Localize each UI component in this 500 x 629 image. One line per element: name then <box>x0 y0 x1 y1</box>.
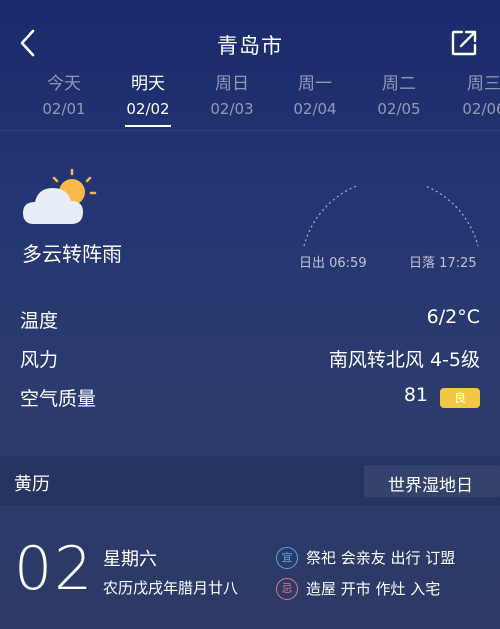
tab-date-label: 02/03 <box>210 100 254 118</box>
air-quality-value: 81 <box>403 384 428 406</box>
auspicious-row: 宜 祭祀 会亲友 出行 订盟 <box>276 547 496 573</box>
temperature-value: 6/2°C <box>426 306 480 328</box>
inauspicious-badge: 忌 <box>276 578 298 600</box>
tab-day-label: 明天 <box>131 74 165 94</box>
tab-day-label: 周一 <box>298 74 332 94</box>
wind-row: 风力 南风转北风 4-5级 <box>20 341 480 375</box>
tab-day-label: 周二 <box>382 74 416 94</box>
tab-wednesday[interactable]: 周三 02/06 <box>442 70 500 120</box>
day-number: 02 <box>14 534 95 604</box>
tab-sunday[interactable]: 周日 02/03 <box>190 70 274 120</box>
temperature-label: 温度 <box>20 310 59 332</box>
tab-date-label: 02/01 <box>42 100 86 118</box>
air-quality-label: 空气质量 <box>20 388 97 410</box>
sunset-time: 日落 17:25 <box>409 256 477 271</box>
festival-tag: 世界湿地日 <box>364 465 500 497</box>
auspicious-badge: 宜 <box>276 547 298 569</box>
tab-date-label: 02/04 <box>293 100 337 118</box>
page-title: 青岛市 <box>217 34 283 58</box>
sunrise-time: 日出 06:59 <box>299 256 367 271</box>
partly-cloudy-icon <box>20 164 100 234</box>
share-icon[interactable] <box>448 27 480 59</box>
wind-label: 风力 <box>20 349 59 371</box>
auspicious-text: 祭祀 会亲友 出行 订盟 <box>306 549 456 567</box>
tab-monday[interactable]: 周一 02/04 <box>273 70 357 120</box>
tab-date-label: 02/05 <box>377 100 421 118</box>
active-tab-indicator <box>125 125 171 127</box>
weekday: 星期六 <box>103 549 157 570</box>
tab-tuesday[interactable]: 周二 02/05 <box>357 70 441 120</box>
inauspicious-text: 造屋 开市 作灶 入宅 <box>306 580 441 598</box>
top-bar: 青岛市 <box>0 0 500 62</box>
tab-date-label: 02/02 <box>126 100 170 118</box>
festival-label: 世界湿地日 <box>388 476 473 496</box>
tab-today[interactable]: 今天 02/01 <box>22 70 106 120</box>
almanac-header: 黄历 世界湿地日 <box>0 455 500 507</box>
almanac-title: 黄历 <box>14 474 50 495</box>
tab-date-label: 02/06 <box>462 100 500 118</box>
wind-value: 南风转北风 4-5级 <box>328 349 480 371</box>
temperature-row: 温度 6/2°C <box>20 302 480 336</box>
weather-condition: 多云转阵雨 <box>22 242 122 266</box>
lunar-date: 农历戊戌年腊月廿八 <box>103 579 239 597</box>
air-quality-badge: 良 <box>440 388 480 408</box>
tab-day-label: 今天 <box>47 74 81 94</box>
tab-day-label: 周日 <box>215 74 249 94</box>
air-quality-row: 空气质量 81 良 <box>20 380 480 414</box>
tab-tomorrow[interactable]: 明天 02/02 <box>106 70 190 127</box>
date-tabs: 今天 02/01 明天 02/02 周日 02/03 周一 02/04 周二 0… <box>0 70 500 130</box>
divider <box>0 130 500 131</box>
tab-day-label: 周三 <box>467 74 500 94</box>
inauspicious-row: 忌 造屋 开市 作灶 入宅 <box>276 578 496 604</box>
